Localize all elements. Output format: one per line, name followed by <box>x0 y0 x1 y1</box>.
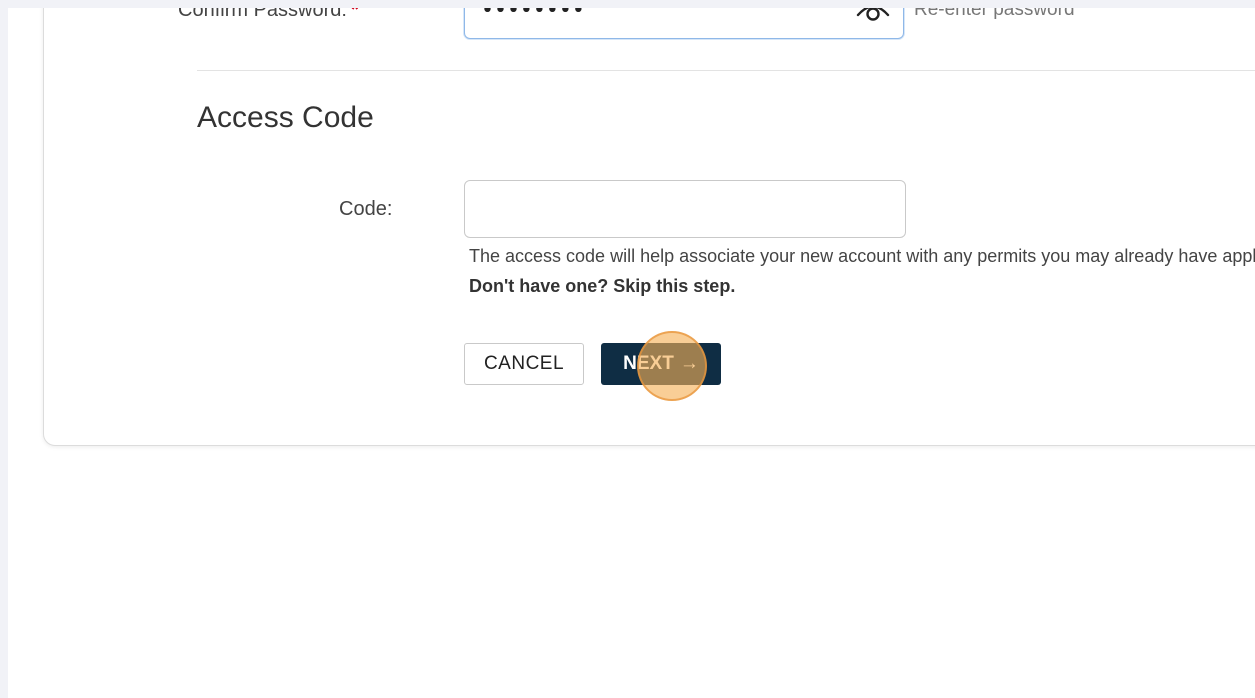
required-asterisk: * <box>350 8 359 21</box>
access-code-help-text: The access code will help associate your… <box>469 246 1255 266</box>
access-code-input[interactable] <box>464 180 906 238</box>
confirm-password-label: Confirm Password: * <box>178 8 359 22</box>
next-button[interactable]: NEXT → <box>601 343 721 385</box>
eye-icon[interactable] <box>855 8 891 22</box>
access-code-heading: Access Code <box>197 101 374 134</box>
code-label: Code: <box>339 198 393 220</box>
confirm-password-value: •••••••• <box>481 8 585 23</box>
cancel-button[interactable]: CANCEL <box>464 343 584 385</box>
arrow-right-icon: → <box>679 353 699 374</box>
page: Confirm Password: * •••••••• Re-enter pas… <box>8 8 1255 698</box>
confirm-password-field[interactable]: •••••••• <box>464 8 904 39</box>
section-divider <box>197 70 1255 71</box>
confirm-password-label-text: Confirm Password: <box>178 8 347 21</box>
skip-step-text: Don't have one? Skip this step. <box>469 276 736 296</box>
next-button-label: NEXT <box>623 353 674 374</box>
registration-card: Confirm Password: * •••••••• Re-enter pas… <box>43 8 1255 446</box>
access-code-help: The access code will help associate your… <box>469 241 1255 301</box>
confirm-password-hint: Re-enter password <box>914 8 1075 20</box>
